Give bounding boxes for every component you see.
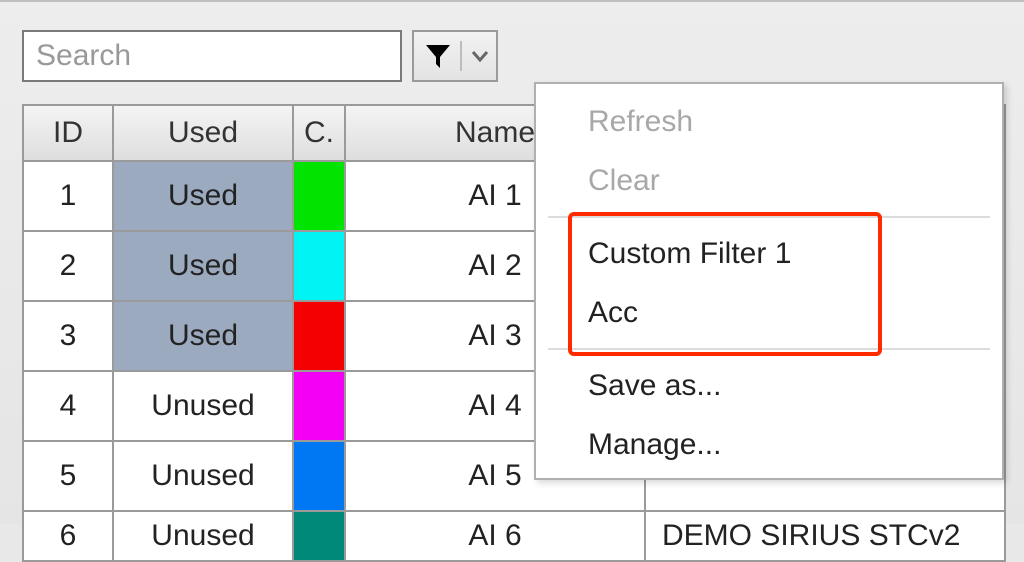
menu-separator <box>548 216 990 218</box>
color-swatch <box>294 512 344 560</box>
cell-used[interactable]: Unused <box>113 371 293 441</box>
menu-clear[interactable]: Clear <box>536 151 1002 210</box>
cell-id: 1 <box>23 161 113 231</box>
color-swatch <box>294 162 344 230</box>
cell-color-swatch[interactable] <box>293 441 345 511</box>
color-swatch <box>294 302 344 370</box>
funnel-icon <box>424 42 452 70</box>
search-field-wrap <box>22 30 402 82</box>
cell-used[interactable]: Used <box>113 161 293 231</box>
column-header-c[interactable]: C. <box>293 105 345 161</box>
column-header-used[interactable]: Used <box>113 105 293 161</box>
table-row[interactable]: 6Unused AI 6DEMO SIRIUS STCv2 <box>23 511 1005 561</box>
search-input[interactable] <box>24 39 434 73</box>
cell-used[interactable]: Used <box>113 231 293 301</box>
cell-used[interactable]: Unused <box>113 511 293 561</box>
cell-id: 3 <box>23 301 113 371</box>
menu-acc[interactable]: Acc <box>536 283 1002 342</box>
cell-name: AI 6 <box>345 511 645 561</box>
color-swatch <box>294 232 344 300</box>
cell-id: 5 <box>23 441 113 511</box>
menu-separator <box>548 348 990 350</box>
cell-color-swatch[interactable] <box>293 371 345 441</box>
app-frame: ID Used C. Name 1UsedAI 12UsedAI 23UsedA… <box>0 0 1024 524</box>
toolbar <box>22 30 498 84</box>
cell-rest: DEMO SIRIUS STCv2 <box>645 511 1005 561</box>
filter-context-menu: Refresh Clear Custom Filter 1 Acc Save a… <box>534 82 1004 480</box>
column-header-id[interactable]: ID <box>23 105 113 161</box>
color-swatch <box>294 442 344 510</box>
cell-id: 2 <box>23 231 113 301</box>
cell-id: 4 <box>23 371 113 441</box>
cell-used[interactable]: Unused <box>113 441 293 511</box>
cell-id: 6 <box>23 511 113 561</box>
cell-color-swatch[interactable] <box>293 301 345 371</box>
separator <box>460 41 462 71</box>
menu-manage[interactable]: Manage... <box>536 415 1002 474</box>
filter-button[interactable] <box>412 30 498 82</box>
color-swatch <box>294 372 344 440</box>
cell-used[interactable]: Used <box>113 301 293 371</box>
cell-color-swatch[interactable] <box>293 231 345 301</box>
menu-refresh[interactable]: Refresh <box>536 92 1002 151</box>
cell-color-swatch[interactable] <box>293 161 345 231</box>
chevron-down-icon <box>470 46 490 66</box>
cell-color-swatch[interactable] <box>293 511 345 561</box>
menu-save-as[interactable]: Save as... <box>536 356 1002 415</box>
menu-custom-filter-1[interactable]: Custom Filter 1 <box>536 224 1002 283</box>
